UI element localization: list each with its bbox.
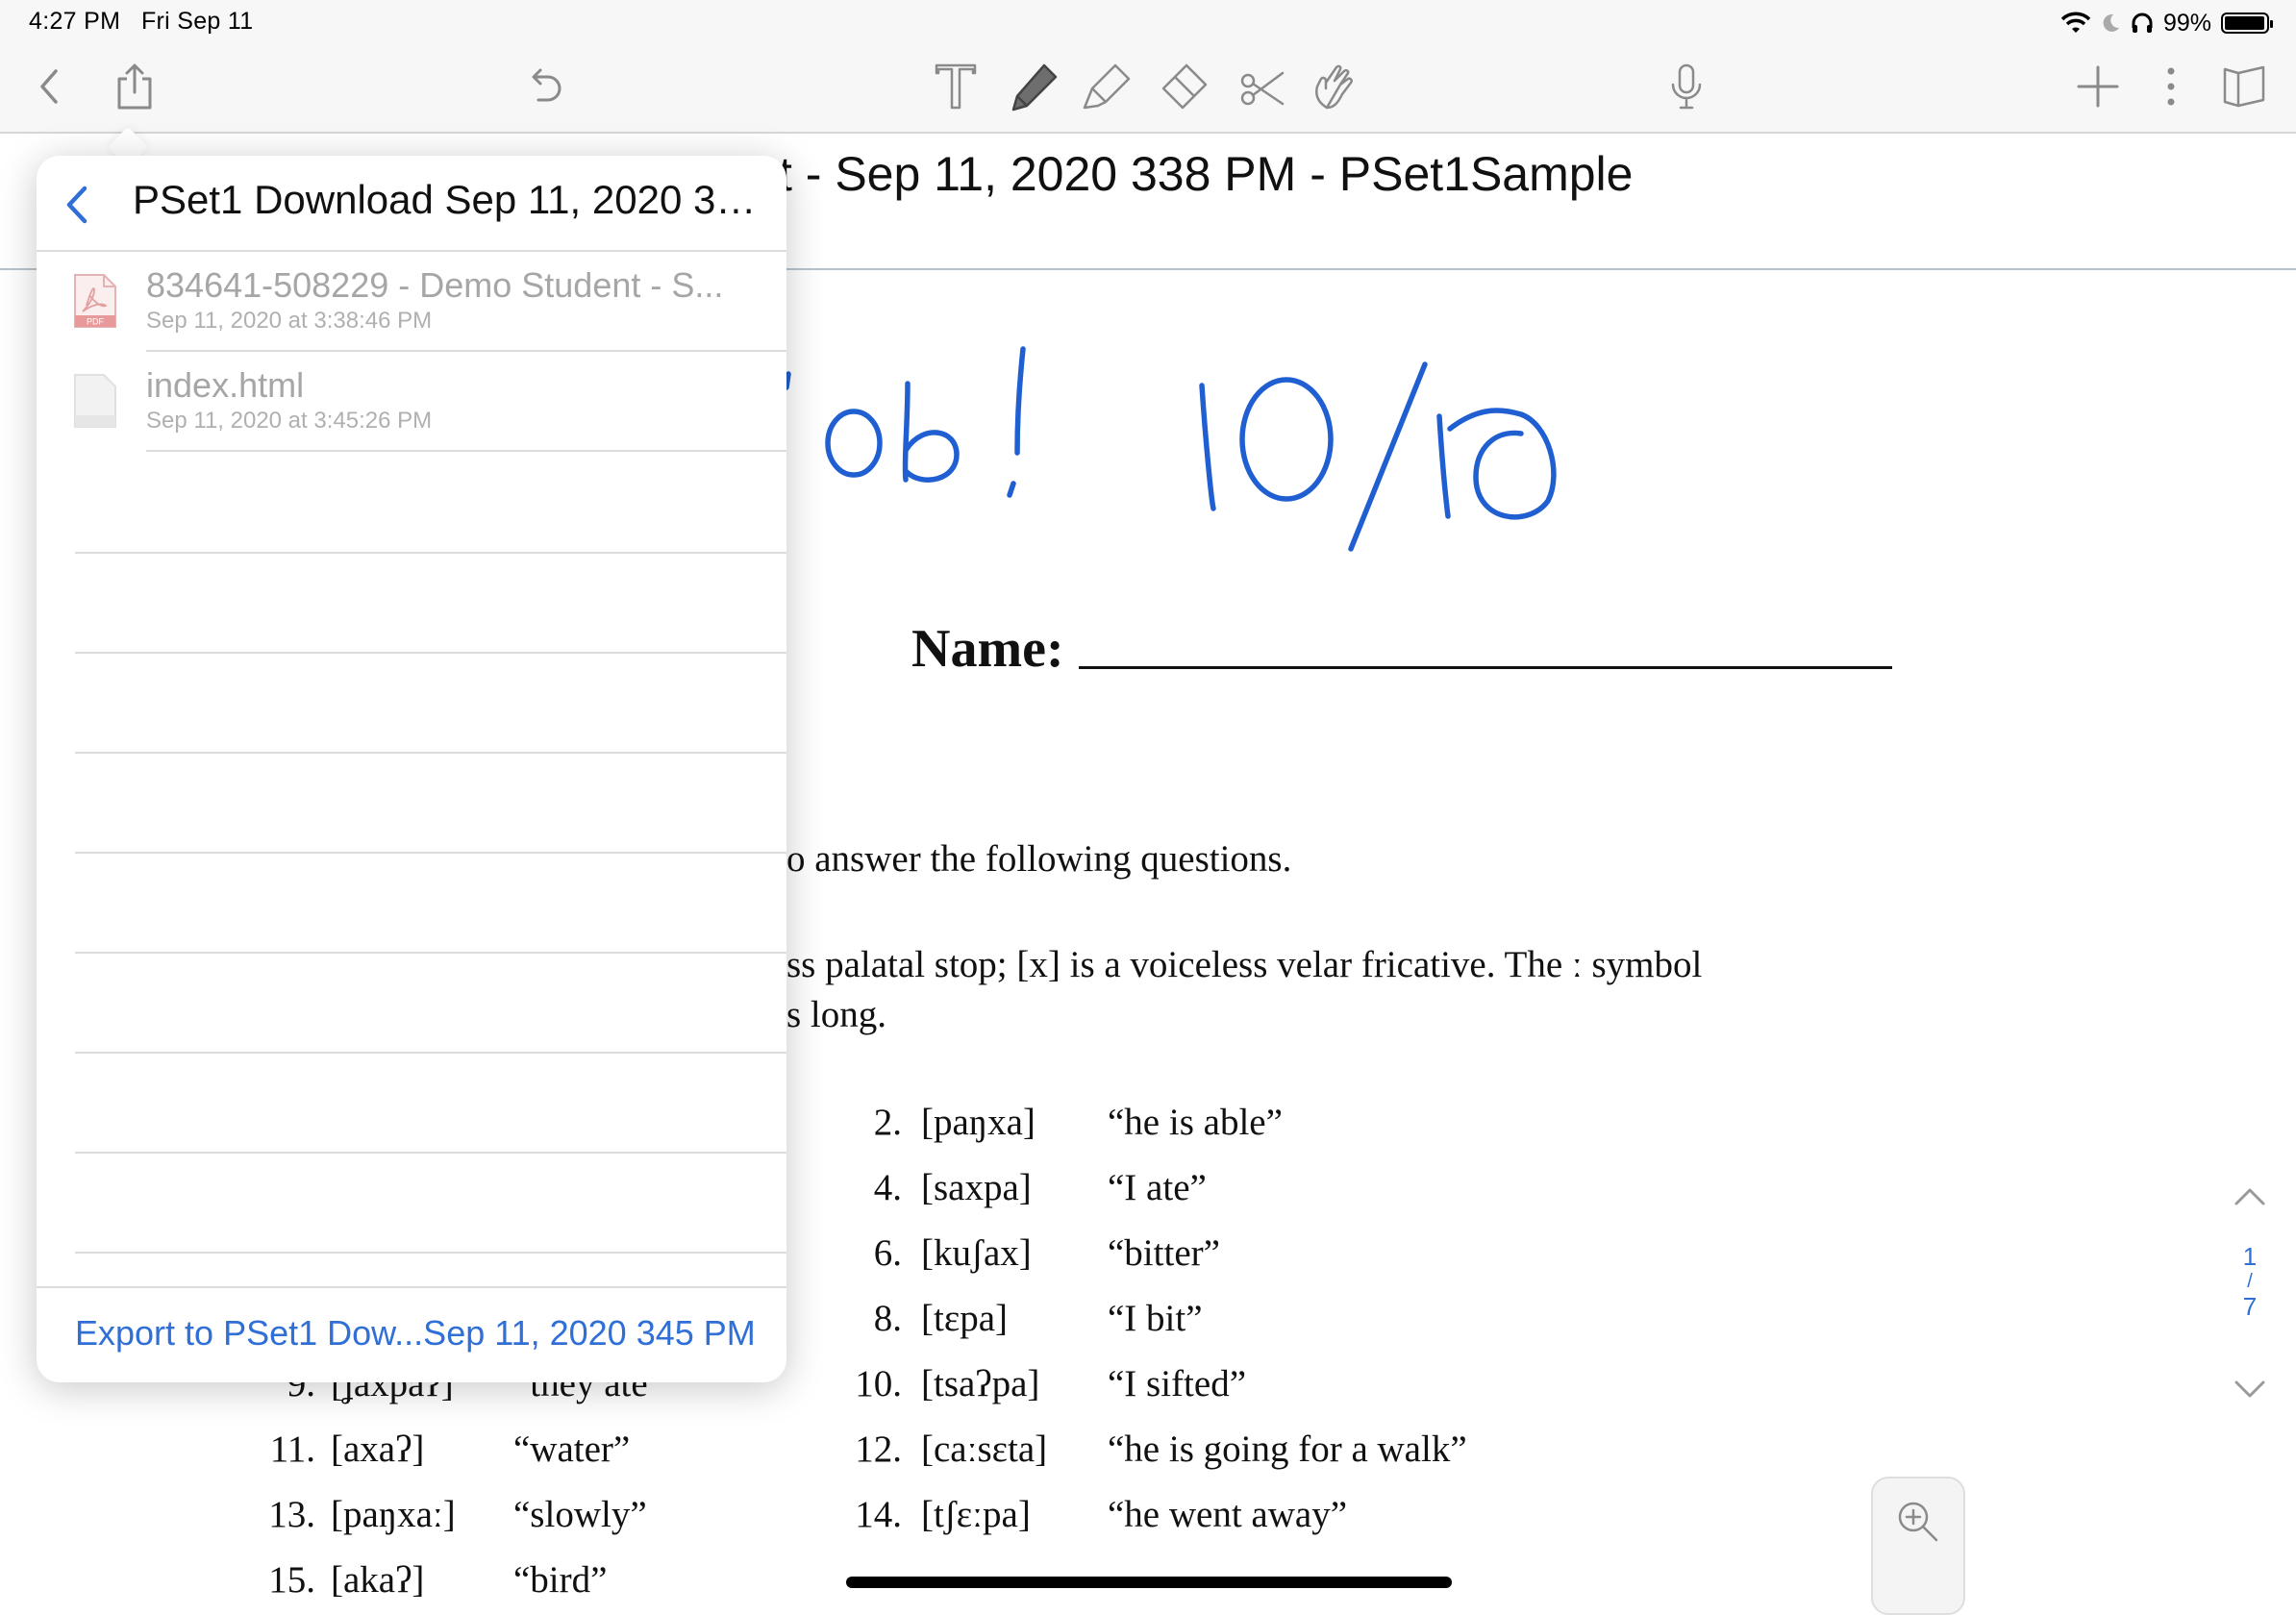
wifi-icon bbox=[2060, 12, 2090, 33]
entry-form: [saxpa] bbox=[921, 1167, 1032, 1208]
entry-gloss: “I ate” bbox=[1108, 1167, 1207, 1208]
entry-gloss: “water” bbox=[513, 1429, 631, 1470]
back-icon[interactable] bbox=[23, 60, 77, 113]
entry-number: 2. bbox=[873, 1102, 902, 1143]
clock: 4:27 PM bbox=[29, 8, 121, 35]
entry-gloss: “he is able” bbox=[1108, 1102, 1283, 1143]
entry-gloss: “I sifted” bbox=[1108, 1363, 1247, 1404]
entry-gloss: “he is going for a walk” bbox=[1108, 1429, 1467, 1470]
popover-title: PSet1 Download Sep 11, 2020 34... bbox=[133, 177, 767, 222]
pdf-file-icon: PDF bbox=[74, 274, 116, 328]
file-name: 834641-508229 - Demo Student - S... bbox=[146, 265, 724, 305]
file-date: Sep 11, 2020 at 3:38:46 PM bbox=[146, 308, 433, 334]
entry-form: [tsaʔpa] bbox=[921, 1363, 1040, 1404]
name-label: Name: bbox=[911, 619, 1064, 679]
entry-form: [caːsɛta] bbox=[921, 1429, 1048, 1470]
entry-form: [axaʔ] bbox=[331, 1429, 425, 1470]
entry-number: 15. bbox=[268, 1559, 315, 1601]
entry-number: 12. bbox=[855, 1429, 902, 1470]
more-icon[interactable] bbox=[2144, 60, 2198, 113]
export-button[interactable]: Export to PSet1 Dow...Sep 11, 2020 345 P… bbox=[75, 1313, 756, 1354]
entry-number: 14. bbox=[855, 1494, 902, 1535]
entry-number: 10. bbox=[855, 1363, 902, 1404]
page-separator: / bbox=[2247, 1271, 2253, 1292]
popover-footer: Export to PSet1 Dow...Sep 11, 2020 345 P… bbox=[37, 1286, 786, 1382]
battery-percent: 99% bbox=[2162, 9, 2211, 37]
entry-gloss: “bitter” bbox=[1108, 1232, 1220, 1274]
file-row-html[interactable]: index.html Sep 11, 2020 at 3:45:26 PM bbox=[37, 352, 786, 452]
battery-icon bbox=[2221, 12, 2273, 34]
entry-form: [paŋxaː] bbox=[331, 1494, 456, 1535]
paragraph-line-2: s long. bbox=[786, 994, 887, 1035]
empty-row-divider bbox=[75, 1052, 786, 1054]
empty-row-divider bbox=[75, 1252, 786, 1254]
entry-gloss: “slowly” bbox=[513, 1494, 647, 1535]
page-indicator[interactable]: 1 / 7 bbox=[2231, 1240, 2269, 1323]
status-indicators: 99% bbox=[2060, 6, 2273, 40]
headphones-icon bbox=[2132, 12, 2153, 33]
home-indicator[interactable] bbox=[846, 1577, 1452, 1588]
empty-row-divider bbox=[75, 952, 786, 954]
paragraph-line-1: ss palatal stop; [x] is a voiceless vela… bbox=[786, 944, 1703, 985]
entry-gloss: “bird” bbox=[513, 1559, 608, 1601]
entry-number: 11. bbox=[269, 1429, 315, 1470]
top-toolbar: 4:27 PM Fri Sep 11 99% bbox=[0, 0, 2296, 134]
row-divider bbox=[146, 450, 786, 452]
previous-page-icon[interactable] bbox=[2231, 1182, 2269, 1211]
microphone-icon[interactable] bbox=[1660, 60, 1713, 113]
share-icon[interactable] bbox=[108, 60, 162, 113]
next-page-icon[interactable] bbox=[2231, 1375, 2269, 1404]
generic-file-icon bbox=[74, 374, 116, 428]
status-time: 4:27 PM Fri Sep 11 bbox=[29, 8, 253, 36]
undo-icon[interactable] bbox=[517, 60, 571, 113]
entry-form: [tʃɛːpa] bbox=[921, 1494, 1031, 1535]
highlighter-icon[interactable] bbox=[1081, 60, 1135, 113]
entry-number: 8. bbox=[873, 1298, 902, 1339]
entry-form: [kuʃax] bbox=[921, 1232, 1032, 1274]
hand-icon[interactable] bbox=[1308, 60, 1361, 113]
empty-row-divider bbox=[75, 652, 786, 654]
pen-icon[interactable] bbox=[1008, 60, 1061, 113]
share-popover: PSet1 Download Sep 11, 2020 34... PDF 83… bbox=[37, 156, 786, 1382]
empty-row-divider bbox=[75, 752, 786, 754]
empty-row-divider bbox=[75, 552, 786, 554]
moon-icon bbox=[2103, 13, 2119, 32]
status-date: Fri Sep 11 bbox=[140, 8, 254, 35]
empty-row-divider bbox=[75, 852, 786, 854]
file-row-pdf[interactable]: PDF 834641-508229 - Demo Student - S... … bbox=[37, 252, 786, 352]
entry-gloss: “he went away” bbox=[1108, 1494, 1348, 1535]
entry-form: [akaʔ] bbox=[331, 1559, 425, 1601]
entry-form: [tɛpa] bbox=[921, 1298, 1008, 1339]
empty-row-divider bbox=[75, 1152, 786, 1154]
entry-gloss: “I bit” bbox=[1108, 1298, 1203, 1339]
text-tool-icon[interactable] bbox=[929, 60, 983, 113]
entry-form: [paŋxa] bbox=[921, 1102, 1036, 1143]
pages-icon[interactable] bbox=[2217, 60, 2271, 113]
zoom-button[interactable] bbox=[1871, 1477, 1965, 1615]
instructions-text: o answer the following questions. bbox=[786, 838, 1292, 880]
file-name: index.html bbox=[146, 365, 305, 405]
file-date: Sep 11, 2020 at 3:45:26 PM bbox=[146, 408, 433, 434]
popover-back-chevron-icon[interactable] bbox=[58, 181, 96, 229]
entry-number: 6. bbox=[873, 1232, 902, 1274]
current-page: 1 bbox=[2242, 1242, 2258, 1271]
name-underline bbox=[1079, 666, 1892, 669]
popover-header: PSet1 Download Sep 11, 2020 34... bbox=[37, 156, 786, 252]
eraser-icon[interactable] bbox=[1158, 60, 1211, 113]
entry-number: 4. bbox=[873, 1167, 902, 1208]
entry-number: 13. bbox=[268, 1494, 315, 1535]
zoom-in-icon bbox=[1898, 1502, 1938, 1542]
add-icon[interactable] bbox=[2071, 60, 2125, 113]
total-pages: 7 bbox=[2242, 1292, 2258, 1321]
scissors-icon[interactable] bbox=[1235, 60, 1288, 113]
document-title: t - Sep 11, 2020 338 PM - PSet1Sample bbox=[779, 147, 1634, 201]
pdf-badge-text: PDF bbox=[87, 317, 105, 327]
